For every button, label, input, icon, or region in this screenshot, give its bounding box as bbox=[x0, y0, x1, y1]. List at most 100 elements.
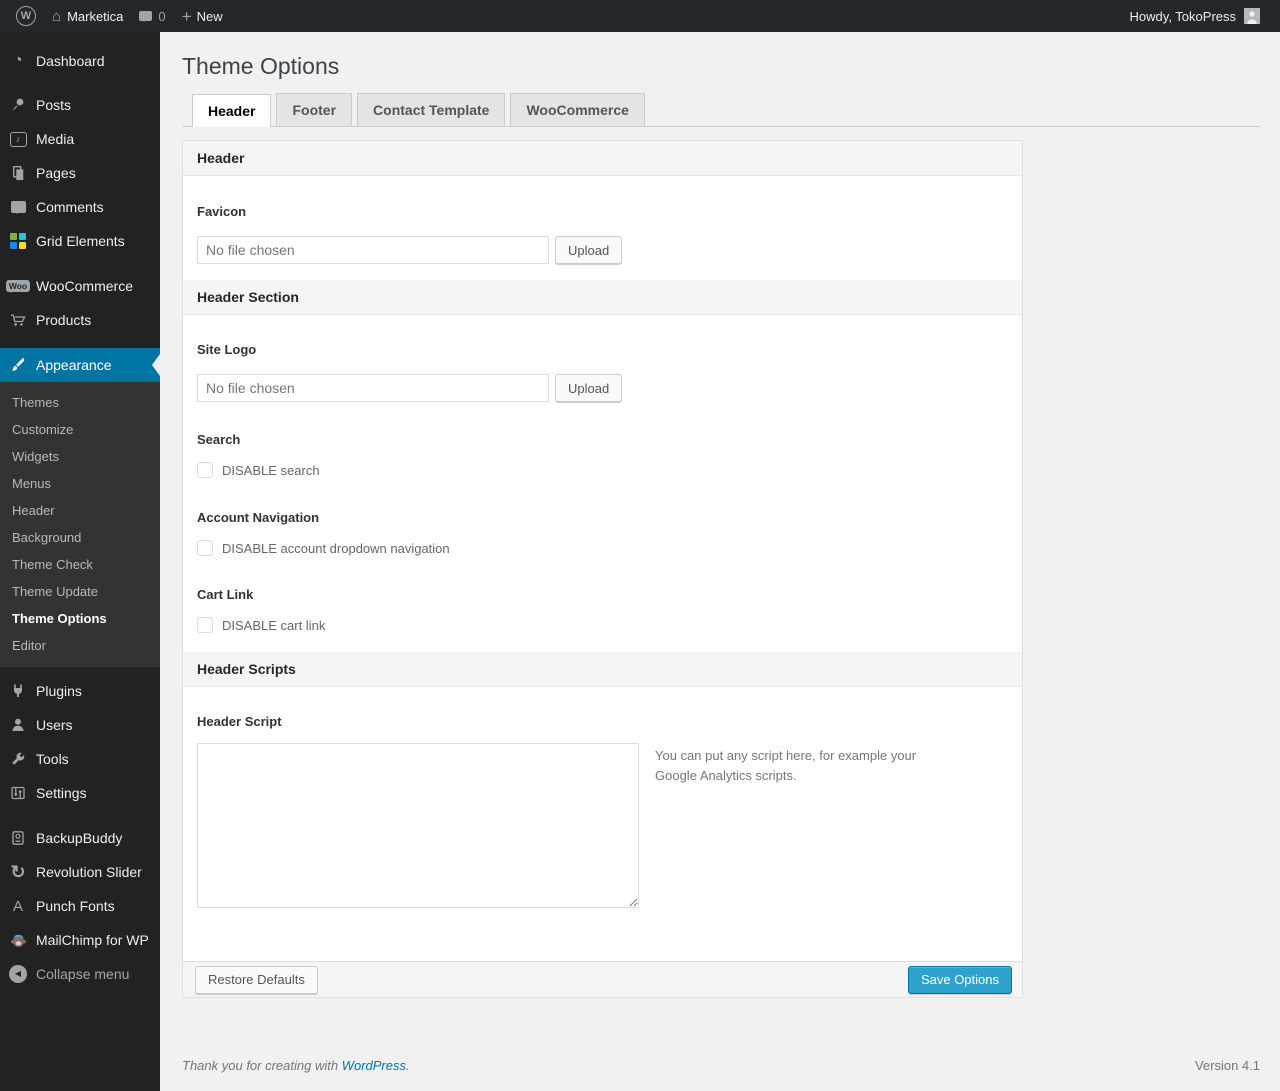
disable-search-checkbox[interactable] bbox=[197, 462, 213, 478]
sidebar-item-comments[interactable]: Comments bbox=[0, 190, 160, 224]
footer-thanks-text: Thank you for creating with WordPress. bbox=[182, 1058, 410, 1073]
submenu-item-themes[interactable]: Themes bbox=[0, 389, 160, 416]
appearance-submenu: Themes Customize Widgets Menus Header Ba… bbox=[0, 382, 160, 667]
submenu-item-header[interactable]: Header bbox=[0, 497, 160, 524]
main-content: Theme Options Header Footer Contact Temp… bbox=[160, 32, 1280, 1087]
comments-admin-bar-link[interactable]: 0 bbox=[131, 0, 173, 32]
grid-elements-icon bbox=[8, 231, 28, 251]
sidebar-item-tools[interactable]: Tools bbox=[0, 742, 160, 776]
sidebar-item-label: Grid Elements bbox=[36, 233, 125, 249]
wrench-icon bbox=[8, 749, 28, 769]
sidebar-item-posts[interactable]: Posts bbox=[0, 88, 160, 122]
account-menu-link[interactable]: Howdy, TokoPress bbox=[1122, 0, 1268, 32]
collapse-menu-label: Collapse menu bbox=[36, 966, 130, 982]
site-logo-file-input[interactable] bbox=[197, 374, 549, 402]
restore-defaults-button[interactable]: Restore Defaults bbox=[195, 965, 318, 994]
save-options-button[interactable]: Save Options bbox=[907, 965, 1012, 994]
letter-a-icon: A bbox=[12, 897, 23, 915]
tab-footer[interactable]: Footer bbox=[276, 93, 353, 126]
submenu-item-customize[interactable]: Customize bbox=[0, 416, 160, 443]
sidebar-item-woocommerce[interactable]: Woo WooCommerce bbox=[0, 269, 160, 303]
howdy-label: Howdy, TokoPress bbox=[1129, 8, 1236, 24]
submenu-item-theme-update[interactable]: Theme Update bbox=[0, 578, 160, 605]
pushpin-icon bbox=[8, 95, 28, 115]
disable-cart-link-text: DISABLE cart link bbox=[222, 617, 326, 633]
sidebar-item-users[interactable]: Users bbox=[0, 708, 160, 742]
sidebar-item-label: Products bbox=[36, 312, 92, 328]
sidebar-item-label: Media bbox=[36, 131, 75, 147]
favicon-file-input[interactable] bbox=[197, 236, 549, 264]
tab-header[interactable]: Header bbox=[192, 94, 272, 127]
sidebar-item-dashboard[interactable]: ◔ Dashboard bbox=[0, 44, 160, 78]
monkey-icon bbox=[8, 930, 28, 950]
sidebar-item-label: Tools bbox=[36, 751, 69, 767]
cart-link-label: Cart Link bbox=[197, 587, 254, 602]
submenu-item-theme-options[interactable]: Theme Options bbox=[0, 605, 160, 632]
comments-icon bbox=[8, 197, 28, 217]
header-script-textarea[interactable] bbox=[197, 743, 639, 908]
sidebar-item-backupbuddy[interactable]: BackupBuddy bbox=[0, 821, 160, 855]
wordpress-logo-icon: W bbox=[16, 6, 36, 26]
collapse-menu-button[interactable]: ◀ Collapse menu bbox=[0, 957, 160, 991]
plug-icon bbox=[8, 681, 28, 701]
sidebar-item-media[interactable]: ♪ Media bbox=[0, 122, 160, 156]
dashboard-icon: ◔ bbox=[13, 52, 23, 69]
woocommerce-icon: Woo bbox=[5, 276, 31, 296]
sidebar-item-label: Pages bbox=[36, 165, 76, 181]
sidebar-item-revolution-slider[interactable]: ↻ Revolution Slider bbox=[0, 855, 160, 889]
plus-icon: + bbox=[181, 6, 192, 26]
admin-bar: W ⌂ Marketica 0 + New Howdy, TokoPress bbox=[0, 0, 1280, 32]
sidebar-item-mailchimp[interactable]: MailChimp for WP bbox=[0, 923, 160, 957]
sidebar-item-label: Posts bbox=[36, 97, 72, 113]
account-navigation-label: Account Navigation bbox=[197, 510, 320, 525]
cycle-arrows-icon: ↻ bbox=[10, 862, 26, 882]
submenu-item-theme-check[interactable]: Theme Check bbox=[0, 551, 160, 578]
wordpress-link[interactable]: WordPress bbox=[342, 1058, 406, 1073]
submenu-item-editor[interactable]: Editor bbox=[0, 632, 160, 659]
sidebar-item-label: MailChimp for WP bbox=[36, 932, 149, 948]
sidebar-item-grid-elements[interactable]: Grid Elements bbox=[0, 224, 160, 258]
sidebar-item-products[interactable]: Products bbox=[0, 303, 160, 337]
sidebar-item-appearance[interactable]: Appearance bbox=[0, 348, 160, 382]
sidebar-item-label: Plugins bbox=[36, 683, 82, 699]
admin-footer: Thank you for creating with WordPress. V… bbox=[182, 1058, 1260, 1087]
theme-options-panel: Header Favicon Upload Header Section Sit… bbox=[182, 140, 1023, 998]
sidebar-item-label: Comments bbox=[36, 199, 104, 215]
comment-count: 0 bbox=[158, 8, 166, 24]
sidebar-item-punch-fonts[interactable]: A Punch Fonts bbox=[0, 889, 160, 923]
tab-contact-template[interactable]: Contact Template bbox=[357, 93, 506, 126]
header-script-description: You can put any script here, for example… bbox=[655, 748, 917, 784]
sidebar-item-plugins[interactable]: Plugins bbox=[0, 674, 160, 708]
cart-icon bbox=[8, 310, 28, 330]
disable-account-nav-checkbox[interactable] bbox=[197, 540, 213, 556]
tab-bar: Header Footer Contact Template WooCommer… bbox=[182, 93, 1260, 127]
site-name-link[interactable]: ⌂ Marketica bbox=[44, 0, 131, 32]
new-content-link[interactable]: + New bbox=[174, 0, 231, 32]
footer-thanks-suffix: . bbox=[406, 1058, 410, 1073]
site-logo-upload-button[interactable]: Upload bbox=[555, 374, 623, 402]
avatar bbox=[1244, 8, 1260, 24]
disable-cart-link-checkbox[interactable] bbox=[197, 617, 213, 633]
sidebar-item-settings[interactable]: Settings bbox=[0, 776, 160, 810]
submenu-item-background[interactable]: Background bbox=[0, 524, 160, 551]
sidebar-item-label: Users bbox=[36, 717, 73, 733]
submenu-item-menus[interactable]: Menus bbox=[0, 470, 160, 497]
section-title-header-section: Header Section bbox=[183, 280, 1022, 315]
favicon-upload-button[interactable]: Upload bbox=[555, 236, 623, 264]
section-title-header: Header bbox=[183, 141, 1022, 176]
sidebar-item-label: Settings bbox=[36, 785, 87, 801]
sidebar-item-pages[interactable]: Pages bbox=[0, 156, 160, 190]
sliders-icon bbox=[8, 783, 28, 803]
sidebar-item-label: WooCommerce bbox=[36, 278, 133, 294]
form-actions-bar: Restore Defaults Save Options bbox=[183, 961, 1022, 997]
favicon-label: Favicon bbox=[197, 204, 247, 219]
wordpress-menu-link[interactable]: W bbox=[8, 0, 44, 32]
footer-thanks-prefix: Thank you for creating with bbox=[182, 1058, 342, 1073]
sidebar-item-label: BackupBuddy bbox=[36, 830, 123, 846]
current-menu-arrow bbox=[152, 354, 160, 376]
tab-woocommerce[interactable]: WooCommerce bbox=[510, 93, 645, 126]
sidebar-item-label: Revolution Slider bbox=[36, 864, 142, 880]
comment-bubble-icon bbox=[139, 11, 153, 22]
submenu-item-widgets[interactable]: Widgets bbox=[0, 443, 160, 470]
disable-search-text: DISABLE search bbox=[222, 462, 320, 478]
